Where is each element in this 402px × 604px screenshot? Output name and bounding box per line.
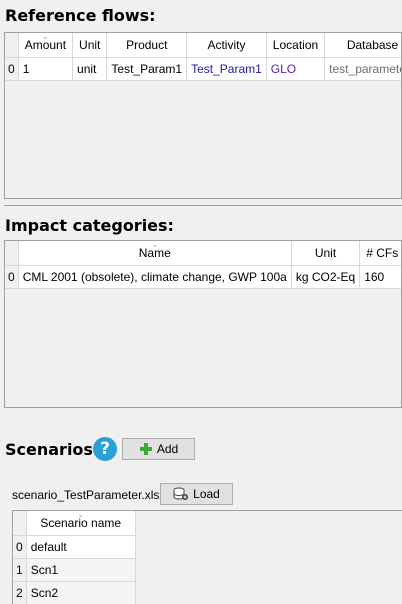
load-button-label: Load bbox=[193, 487, 220, 501]
scenarios-table[interactable]: ⌄ Scenario name 0 default 1 Scn1 2 Scn2 bbox=[12, 510, 402, 604]
column-header-unit[interactable]: Unit bbox=[72, 33, 108, 58]
database-cell[interactable]: test_parameters bbox=[324, 57, 401, 81]
column-header-database[interactable]: Database bbox=[324, 33, 401, 58]
product-cell[interactable]: Test_Param1 bbox=[106, 57, 188, 81]
unit-cell[interactable]: kg CO2-Eq bbox=[291, 265, 361, 289]
column-header-location[interactable]: Location bbox=[266, 33, 326, 58]
table-corner[interactable] bbox=[5, 241, 19, 266]
row-index[interactable]: 2 bbox=[13, 581, 27, 604]
impact-categories-table[interactable]: ⌄ Name Unit # CFs 0 CML 2001 (obsolete), … bbox=[4, 240, 402, 408]
plus-icon bbox=[139, 443, 152, 455]
section-divider bbox=[4, 205, 402, 206]
activity-cell[interactable]: Test_Param1 bbox=[186, 57, 267, 81]
column-header-name[interactable]: ⌄ Name bbox=[18, 241, 292, 266]
column-header-scenario-name[interactable]: ⌄ Scenario name bbox=[26, 511, 136, 536]
table-corner[interactable] bbox=[5, 33, 19, 58]
scenario-file-name: scenario_TestParameter.xlsx bbox=[12, 488, 166, 502]
scenario-name-cell[interactable]: Scn1 bbox=[26, 558, 136, 582]
reference-flows-title: Reference flows: bbox=[5, 6, 156, 25]
row-index[interactable]: 1 bbox=[13, 558, 27, 582]
row-index[interactable]: 0 bbox=[13, 535, 27, 559]
table-row[interactable]: 0 CML 2001 (obsolete), climate change, G… bbox=[5, 265, 401, 289]
database-load-icon bbox=[173, 487, 189, 500]
table-row[interactable]: 0 1 unit Test_Param1 Test_Param1 GLO tes… bbox=[5, 57, 401, 81]
location-cell[interactable]: GLO bbox=[266, 57, 326, 81]
unit-cell[interactable]: unit bbox=[72, 57, 108, 81]
scenarios-title: Scenarios: bbox=[5, 440, 100, 459]
column-header-amount[interactable]: ⌄ Amount bbox=[18, 33, 74, 58]
add-scenario-button[interactable]: Add bbox=[122, 438, 195, 460]
impact-categories-title: Impact categories: bbox=[5, 216, 174, 235]
reference-flows-table[interactable]: ⌄ Amount Unit Product Activity Location D… bbox=[4, 32, 402, 199]
scenario-name-cell[interactable]: default bbox=[26, 535, 136, 559]
column-header-cfs[interactable]: # CFs bbox=[359, 241, 401, 266]
table-row[interactable]: 2 Scn2 bbox=[13, 581, 136, 604]
amount-cell[interactable]: 1 bbox=[18, 57, 74, 81]
column-header-product[interactable]: Product bbox=[106, 33, 188, 58]
column-header-unit[interactable]: Unit bbox=[291, 241, 361, 266]
load-scenario-button[interactable]: Load bbox=[160, 483, 233, 505]
table-corner[interactable] bbox=[13, 511, 27, 536]
table-row[interactable]: 0 default bbox=[13, 535, 136, 559]
add-button-label: Add bbox=[156, 442, 179, 456]
column-header-activity[interactable]: Activity bbox=[186, 33, 267, 58]
cfs-cell[interactable]: 160 bbox=[359, 265, 401, 289]
row-index[interactable]: 0 bbox=[5, 57, 19, 81]
scenario-name-cell[interactable]: Scn2 bbox=[26, 581, 136, 604]
row-index[interactable]: 0 bbox=[5, 265, 19, 289]
name-cell[interactable]: CML 2001 (obsolete), climate change, GWP… bbox=[18, 265, 292, 289]
table-row[interactable]: 1 Scn1 bbox=[13, 558, 136, 582]
help-icon[interactable]: ? bbox=[93, 437, 117, 461]
